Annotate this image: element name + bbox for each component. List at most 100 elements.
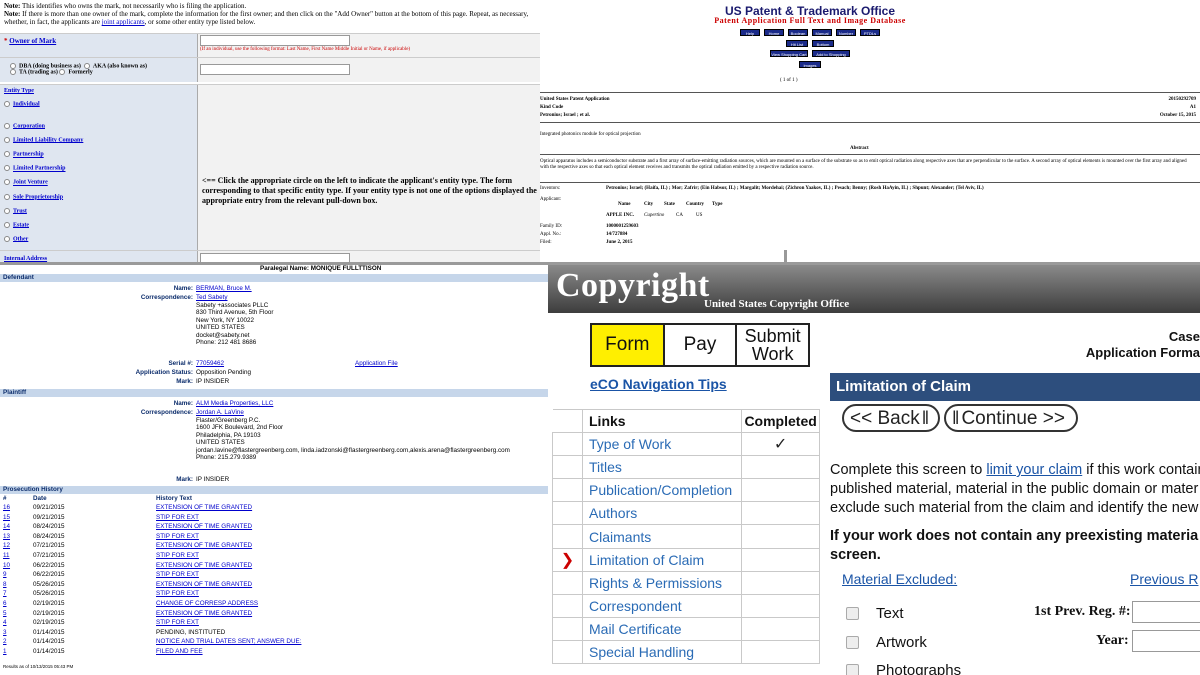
patent-help-button[interactable]: Help [740,29,760,36]
entity-option-estate[interactable]: Estate [4,221,29,228]
history-number-link[interactable]: 10 [3,561,10,571]
history-text-link[interactable]: STIP FOR EXT [156,570,199,580]
link-mail-certificate[interactable]: Mail Certificate [581,616,743,641]
history-number-link[interactable]: 3 [3,628,7,638]
entity-option-individual[interactable]: Individual [4,101,40,107]
formerly-radio[interactable] [59,69,66,76]
entity-radio[interactable] [4,123,10,129]
tab-submit-work[interactable]: Submit Work [737,325,808,365]
patent-boolean-button[interactable]: Boolean [788,29,808,36]
patent-home-button[interactable]: Home [764,29,784,36]
history-text-link[interactable]: EXTENSION OF TIME GRANTED [156,522,252,532]
history-number-link[interactable]: 7 [3,589,7,599]
patent-hit-list-button[interactable]: Hit List [786,40,808,47]
previous-registration-link[interactable]: Previous R [1130,571,1198,587]
entity-option-other[interactable]: Other [4,235,28,242]
application-file-link[interactable]: Application File [355,360,398,368]
history-text-link[interactable]: EXTENSION OF TIME GRANTED [156,503,252,513]
correspondent-link[interactable]: Ted Sabety [196,294,228,302]
history-number-link[interactable]: 2 [3,637,7,647]
history-text-link[interactable]: NOTICE AND TRIAL DATES SENT; ANSWER DUE: [156,637,301,647]
history-number-link[interactable]: 1 [3,647,7,657]
history-text-link[interactable]: STIP FOR EXT [156,551,199,561]
eco-navigation-tips-link[interactable]: eCO Navigation Tips [590,376,727,392]
patent-add-to-shopping-cart-button[interactable]: Add to Shopping Cart [812,50,850,64]
link-correspondent[interactable]: Correspondent [581,593,743,618]
patent-manual-button[interactable]: Manual [812,29,832,36]
entity-radio[interactable] [4,165,10,172]
entity-radio[interactable] [4,151,10,158]
history-text-link[interactable]: EXTENSION OF TIME GRANTED [156,541,252,551]
history-text-link[interactable]: STIP FOR EXT [156,532,199,542]
first-prev-reg-input[interactable] [1132,601,1200,623]
history-number-link[interactable]: 8 [3,580,7,590]
ta-radio[interactable] [10,69,16,76]
owner-of-mark-label[interactable]: Owner of Mark [9,37,56,45]
entity-radio[interactable] [4,137,10,144]
aka-radio[interactable] [83,63,90,69]
history-text-link[interactable]: STIP FOR EXT [156,513,199,523]
link-claimants[interactable]: Claimants [581,524,743,549]
material-checkbox-artwork[interactable] [846,635,859,649]
entity-radio[interactable] [4,235,10,242]
history-number-link[interactable]: 13 [3,532,10,542]
patent-number-button[interactable]: Number [836,29,856,36]
history-text-link[interactable]: EXTENSION OF TIME GRANTED [156,580,252,590]
joint-applicants-link[interactable]: joint applicants [102,18,145,26]
year-input[interactable] [1132,630,1200,652]
link-type-of-work[interactable]: Type of Work [581,432,743,457]
limit-your-claim-link[interactable]: limit your claim [986,462,1082,478]
material-excluded-link[interactable]: Material Excluded: [842,571,957,587]
history-text-link[interactable]: EXTENSION OF TIME GRANTED [156,561,252,571]
link-special-handling[interactable]: Special Handling [581,639,743,665]
back-button[interactable]: << Back ‖ [842,404,940,432]
correspondent-link[interactable]: Jordan A. LaVine [196,409,244,417]
material-checkbox-text[interactable] [846,607,859,620]
entity-option-joint-venture[interactable]: Joint Venture [4,179,48,186]
history-number-link[interactable]: 15 [3,513,10,523]
entity-option-limited-partnership[interactable]: Limited Partnership [4,165,66,172]
entity-radio[interactable] [4,179,10,186]
entity-option-corporation[interactable]: Corporation [4,123,45,129]
entity-type-label[interactable]: Entity Type [4,88,193,94]
history-number-link[interactable]: 6 [3,599,7,609]
patent-ptdls-button[interactable]: PTDLs [860,29,880,36]
history-number-link[interactable]: 14 [3,522,10,532]
history-text-link[interactable]: STIP FOR EXT [156,589,199,599]
patent-view-shopping-cart-button[interactable]: View Shopping Cart [770,50,808,57]
history-text-link[interactable]: EXTENSION OF TIME GRANTED [156,609,252,619]
continue-button[interactable]: ‖ Continue >> [944,404,1078,432]
history-text-link[interactable]: CHANGE OF CORRESP ADDRESS [156,599,258,609]
history-text-link[interactable]: STIP FOR EXT [156,618,199,628]
serial-link[interactable]: 77059462 [196,360,224,368]
entity-option-sole-proprietorship[interactable]: Sole Proprietorship [4,193,63,200]
plaintiff-name-link[interactable]: ALM Media Properties, LLC [196,400,273,408]
entity-radio[interactable] [4,193,10,200]
defendant-name-link[interactable]: BERMAN, Bruce M. [196,285,252,293]
tab-pay[interactable]: Pay [665,325,738,365]
entity-option-trust[interactable]: Trust [4,207,27,214]
history-number-link[interactable]: 12 [3,541,10,551]
patent-images-button[interactable]: Images [799,61,821,68]
link-titles[interactable]: Titles [581,455,743,480]
entity-radio[interactable] [4,207,10,214]
tab-form[interactable]: Form [592,325,665,365]
history-text-link[interactable]: FILED AND FEE [156,647,203,657]
link-limitation-of-claim[interactable]: Limitation of Claim [581,547,743,572]
dba-radio[interactable] [10,63,16,69]
owner-name-input[interactable] [200,35,350,46]
entity-radio[interactable] [4,221,10,228]
entity-option-partnership[interactable]: Partnership [4,151,44,158]
patent-bottom-button[interactable]: Bottom [812,40,834,47]
link-rights-permissions[interactable]: Rights & Permissions [581,570,743,595]
dba-input[interactable] [200,64,350,75]
history-number-link[interactable]: 16 [3,503,10,513]
history-number-link[interactable]: 11 [3,551,10,561]
material-checkbox-photographs[interactable] [846,664,859,675]
entity-radio[interactable] [4,101,10,107]
link-publication-completion[interactable]: Publication/Completion [581,478,743,503]
history-number-link[interactable]: 5 [3,609,7,619]
entity-option-limited-liability-company[interactable]: Limited Liability Company [4,137,83,143]
link-authors[interactable]: Authors [581,501,743,526]
history-number-link[interactable]: 4 [3,618,7,628]
